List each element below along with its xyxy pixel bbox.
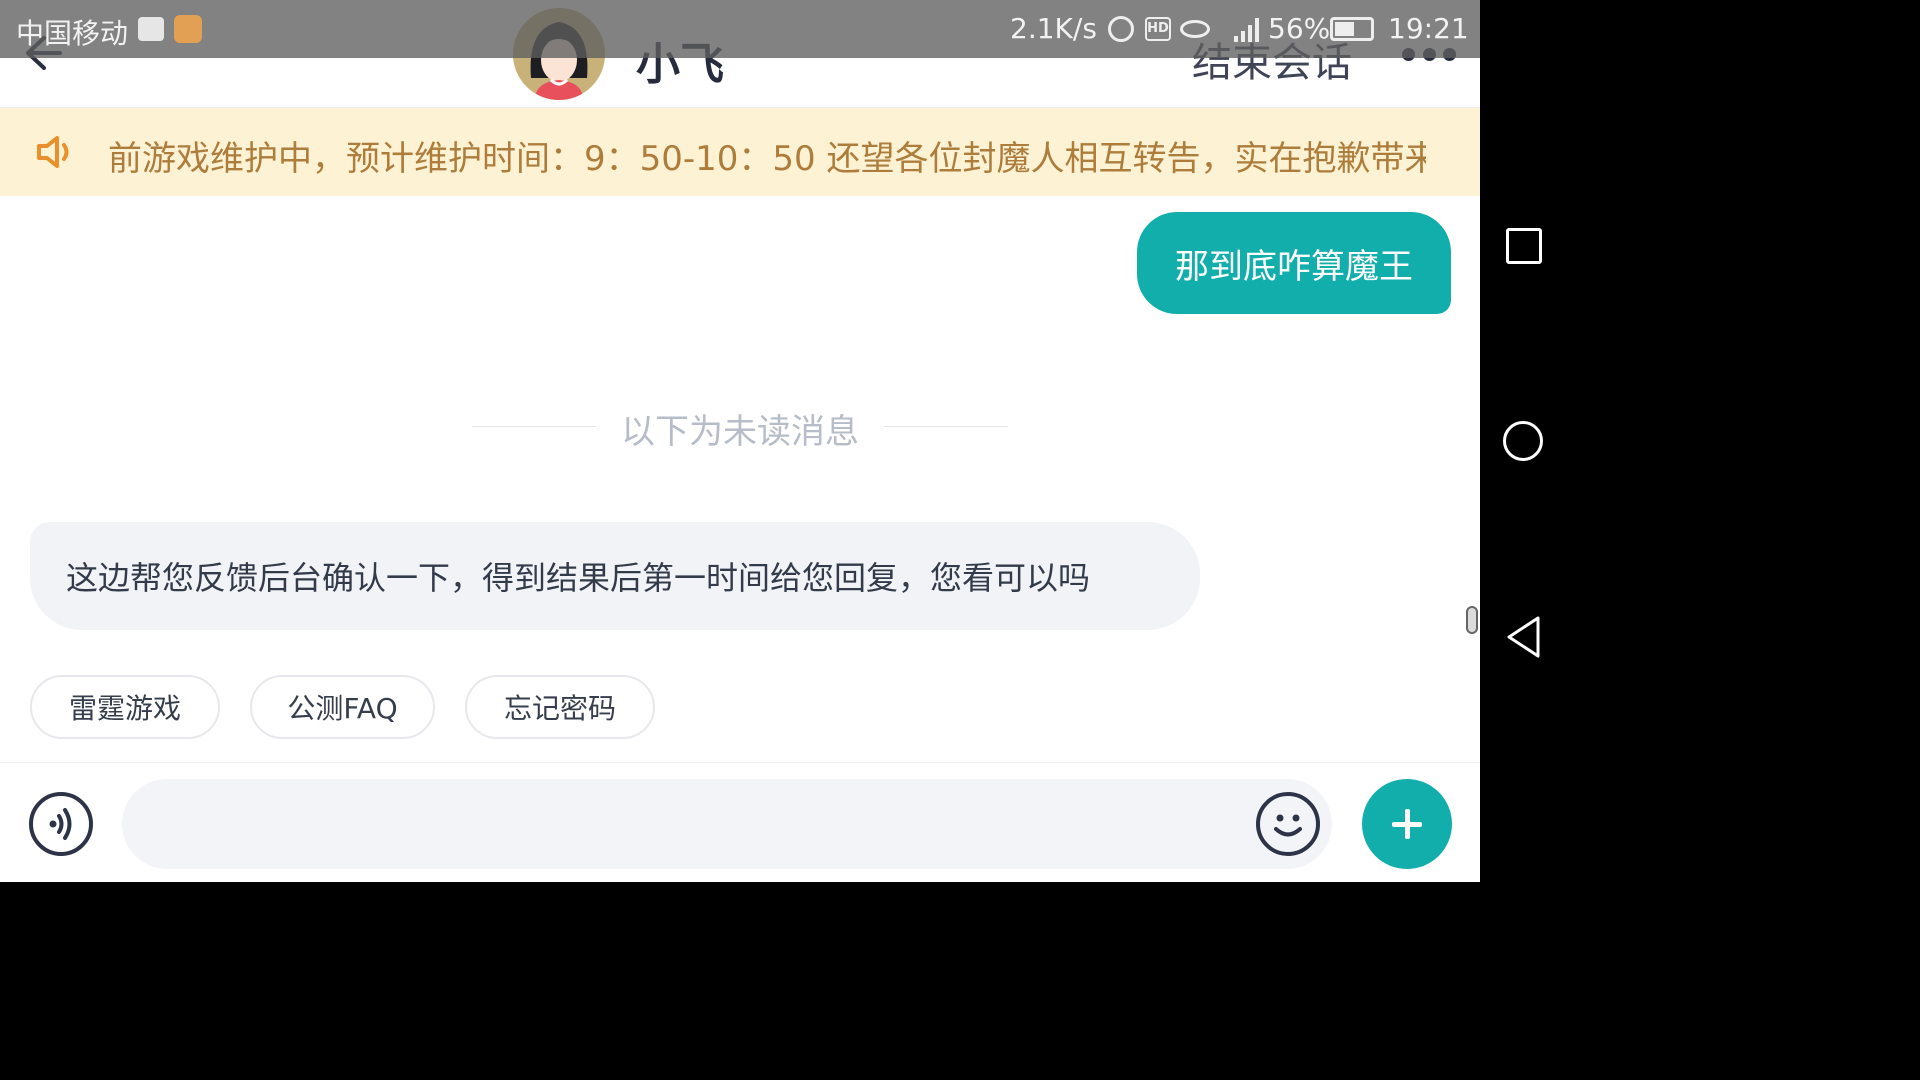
chat-app: 小飞 结束会话 中国移动 2.1K/s HD 56% 19:21 前游戏维护中， xyxy=(0,0,1480,882)
speaker-icon xyxy=(37,136,69,168)
status-bar: 中国移动 2.1K/s HD 56% 19:21 xyxy=(0,0,1480,58)
briefcase-icon xyxy=(138,17,164,41)
clock-time: 19:21 xyxy=(1388,12,1469,45)
quick-reply-button[interactable]: 雷霆游戏 xyxy=(30,675,220,739)
hd-icon: HD xyxy=(1145,17,1171,41)
quick-reply-button[interactable]: 公测FAQ xyxy=(250,675,435,739)
eye-comfort-icon xyxy=(1180,20,1210,38)
notice-banner[interactable]: 前游戏维护中，预计维护时间：9：50-10：50 还望各位封魔人相互转告，实在抱… xyxy=(0,108,1480,196)
android-nav-bar xyxy=(1480,0,1568,882)
battery-percent: 56% xyxy=(1268,12,1331,45)
agent-message-bubble: 这边帮您反馈后台确认一下，得到结果后第一时间给您回复，您看可以吗 xyxy=(30,522,1200,630)
message-input[interactable] xyxy=(122,779,1332,869)
alarm-icon xyxy=(1108,16,1134,42)
app-notification-icon xyxy=(174,15,202,43)
emoji-icon[interactable] xyxy=(1256,792,1320,856)
user-message-bubble: 那到底咋算魔王 xyxy=(1137,212,1451,314)
plus-icon[interactable] xyxy=(1362,779,1452,869)
carrier-label: 中国移动 xyxy=(16,17,129,50)
unread-divider-text: 以下为未读消息 xyxy=(621,412,859,452)
nav-back-icon[interactable] xyxy=(1504,614,1544,660)
quick-reply-button[interactable]: 忘记密码 xyxy=(465,675,655,739)
unread-divider: 以下为未读消息 xyxy=(472,402,1008,452)
battery-icon xyxy=(1330,17,1374,41)
home-icon[interactable] xyxy=(1503,421,1543,461)
notice-text: 前游戏维护中，预计维护时间：9：50-10：50 还望各位封魔人相互转告，实在抱… xyxy=(108,139,1426,179)
signal-icon xyxy=(1234,18,1259,42)
recent-apps-icon[interactable] xyxy=(1506,228,1542,264)
voice-input-icon[interactable] xyxy=(29,792,93,856)
input-bar xyxy=(0,762,1480,882)
network-speed: 2.1K/s xyxy=(1010,12,1097,45)
divider-line xyxy=(884,426,1008,427)
scrollbar[interactable] xyxy=(1466,606,1478,634)
battery-fill xyxy=(1335,22,1354,36)
divider-line xyxy=(472,426,596,427)
